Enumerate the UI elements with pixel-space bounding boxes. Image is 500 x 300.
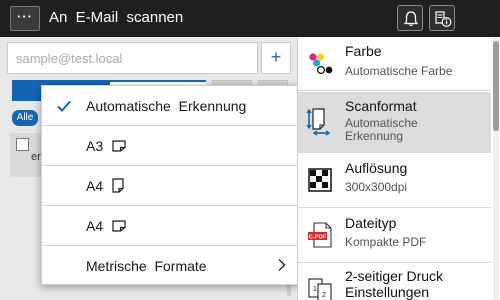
duplex-icon: 1 2 (308, 278, 332, 300)
device-info-icon (435, 11, 452, 27)
chip-all[interactable]: Alle (12, 110, 38, 126)
pdf-icon-text: C-PDF (309, 234, 327, 240)
color-icon (309, 53, 333, 75)
settings-panel: Farbe Automatische Farbe Scanformat Auto… (297, 37, 500, 300)
setting-value: Kompakte PDF (345, 235, 427, 249)
setting-value: Automatische Erkennung (345, 116, 418, 143)
setting-scan-size[interactable]: Scanformat Automatische Erkennung (298, 92, 491, 153)
setting-file-type[interactable]: C-PDF Dateityp Kompakte PDF (298, 209, 491, 263)
setting-title: Auflösung (345, 160, 408, 176)
setting-title: Scanformat (345, 98, 417, 114)
landscape-page-icon (112, 220, 126, 232)
dropdown-item-auto[interactable]: Automatische Erkennung (42, 86, 299, 126)
dropdown-item-label: Automatische Erkennung (86, 98, 247, 114)
bell-icon (403, 11, 419, 27)
dropdown-item-label: Metrische Formate (86, 258, 207, 274)
svg-text:2: 2 (322, 292, 326, 299)
email-input[interactable] (7, 42, 258, 74)
setting-title: Farbe (345, 43, 382, 59)
portrait-page-icon (112, 178, 124, 193)
setting-title: Dateityp (345, 215, 397, 231)
dropdown-item-a4-portrait[interactable]: A4 (42, 166, 299, 206)
dropdown-item-a4-landscape[interactable]: A4 (42, 206, 299, 246)
chevron-right-icon (278, 258, 286, 272)
list-item-checkbox[interactable] (16, 138, 29, 151)
scan-size-icon (306, 108, 331, 136)
dropdown-item-label: A4 (86, 178, 104, 194)
svg-text:1: 1 (313, 286, 317, 293)
add-destination-button[interactable]: + (261, 42, 291, 74)
page-title: An E-Mail scannen (49, 9, 184, 26)
settings-scrollbar-thumb[interactable] (493, 41, 499, 131)
dropdown-item-label: A4 (86, 218, 104, 234)
header-bar: ··· An E-Mail scannen (0, 0, 500, 37)
list-item-label: er (31, 151, 41, 163)
pdf-icon: C-PDF (308, 222, 332, 248)
setting-title: 2-seitiger Druck Einstellungen (345, 268, 444, 300)
menu-button[interactable]: ··· (10, 6, 40, 31)
setting-color[interactable]: Farbe Automatische Farbe (298, 37, 491, 91)
setting-value: Automatische Farbe (345, 64, 453, 78)
setting-resolution[interactable]: Auflösung 300x300dpi (298, 154, 491, 208)
landscape-page-icon (112, 140, 126, 152)
setting-duplex[interactable]: 1 2 2-seitiger Druck Einstellungen 1-sei… (298, 264, 491, 300)
dropdown-item-metric[interactable]: Metrische Formate (42, 246, 299, 286)
dropdown-item-label: A3 (86, 138, 104, 154)
notification-button[interactable] (397, 5, 423, 31)
setting-value: 300x300dpi (345, 180, 408, 194)
scan-format-dropdown: Automatische Erkennung A3 A4 A4 Metrisch… (41, 85, 299, 285)
device-info-button[interactable] (429, 5, 455, 31)
resolution-icon (308, 168, 332, 192)
check-icon (57, 100, 71, 112)
dropdown-item-a3[interactable]: A3 (42, 126, 299, 166)
